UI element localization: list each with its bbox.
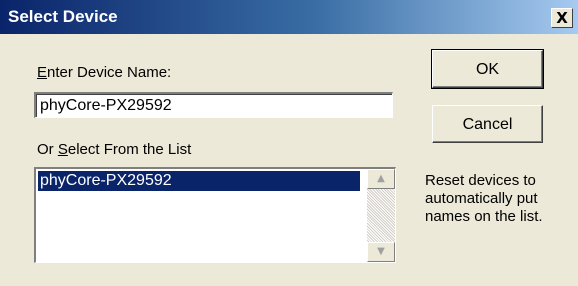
hint-line: names on the list. — [425, 208, 543, 225]
device-name-label-accelerator: E — [37, 64, 48, 81]
device-list-label-accelerator: S — [57, 141, 68, 158]
title-bar[interactable]: Select Device X — [0, 0, 578, 34]
cancel-button[interactable]: Cancel — [432, 105, 543, 143]
device-name-label: Enter Device Name: — [37, 64, 171, 81]
close-button[interactable]: X — [551, 8, 573, 28]
list-scrollbar[interactable]: ▲ ▼ — [367, 169, 395, 262]
ok-button[interactable]: OK — [431, 49, 544, 89]
device-name-input[interactable] — [34, 92, 393, 118]
device-list[interactable]: phyCore-PX29592 ▲ ▼ — [34, 167, 396, 263]
down-arrow-icon: ▼ — [377, 246, 385, 257]
window-title: Select Device — [8, 7, 118, 26]
hint-line: automatically put — [425, 190, 538, 207]
device-list-label-prefix: Or — [37, 141, 58, 158]
up-arrow-icon: ▲ — [377, 173, 385, 184]
scroll-down-button[interactable]: ▼ — [367, 242, 395, 262]
hint-line: Reset devices to — [425, 172, 536, 189]
reset-hint-text: Reset devices to automatically put names… — [425, 172, 575, 226]
close-icon: X — [556, 9, 568, 27]
list-item[interactable]: phyCore-PX29592 — [38, 171, 360, 191]
scroll-up-button[interactable]: ▲ — [367, 169, 395, 189]
device-list-label: Or Select From the List — [37, 141, 191, 158]
device-list-label-text: elect From the List — [67, 141, 192, 158]
device-name-label-text: nter Device Name: — [47, 64, 172, 81]
select-device-dialog: Select Device X Enter Device Name: Or Se… — [0, 0, 578, 286]
